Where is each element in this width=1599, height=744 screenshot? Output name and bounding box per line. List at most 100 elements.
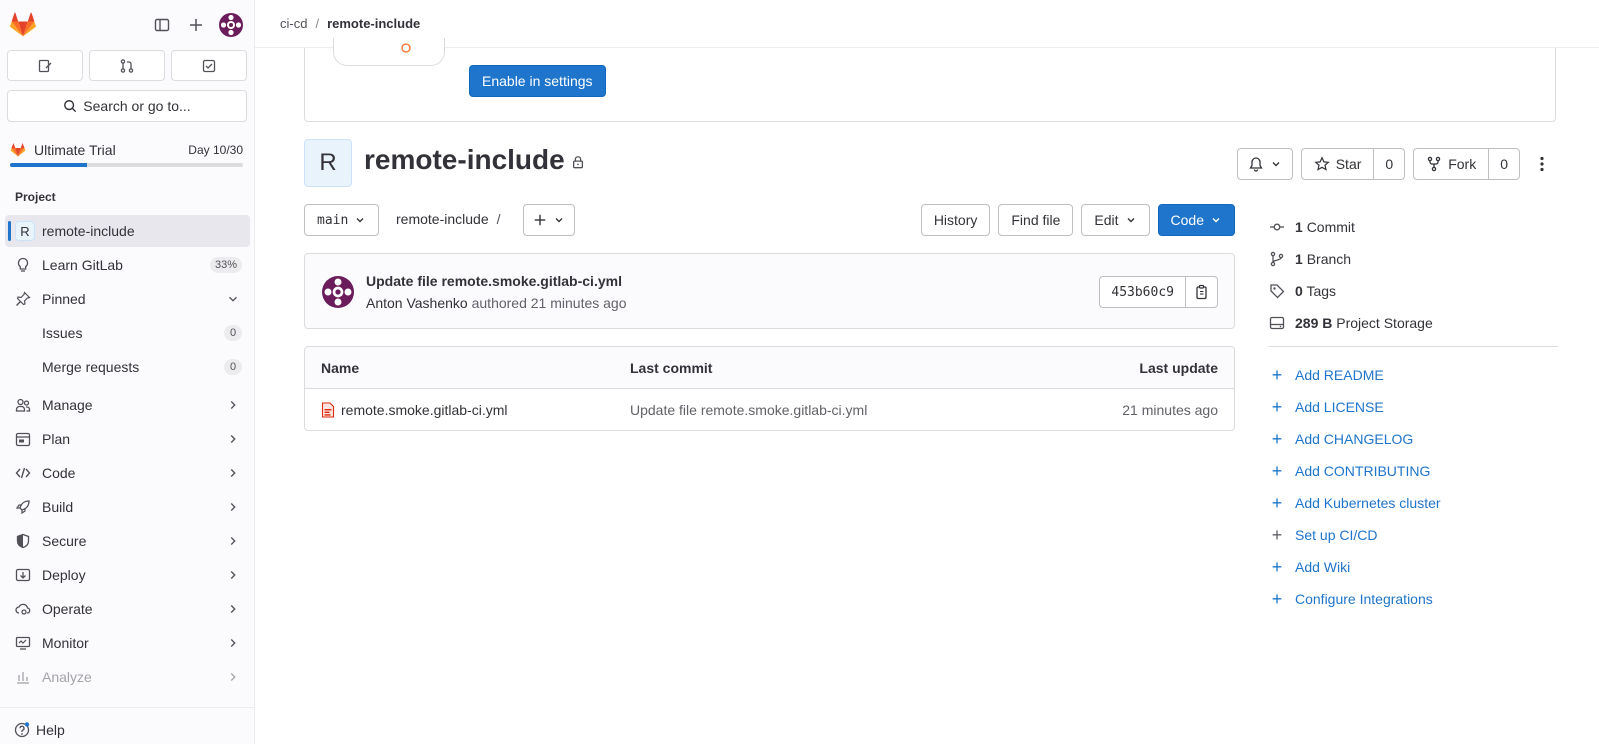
sidebar-item-label: Code [42,465,76,481]
add-changelog-link[interactable]: + Add CHANGELOG [1269,423,1558,455]
sidebar-item-operate[interactable]: Operate [5,593,250,625]
fork-button[interactable]: Fork [1413,148,1490,180]
stat-branches[interactable]: 1 Branch [1269,243,1558,275]
commit-author-avatar[interactable] [322,276,354,308]
file-name-cell[interactable]: remote.smoke.gitlab-ci.yml [321,402,508,418]
sidebar-item-issues[interactable]: Issues 0 [5,317,250,349]
breadcrumb-parent[interactable]: ci-cd [280,16,307,31]
code-icon [15,465,31,481]
sidebar-item-label: Issues [42,325,83,341]
planning-icon [15,431,31,447]
add-license-link[interactable]: + Add LICENSE [1269,391,1558,423]
banner-illustration [333,38,445,66]
breadcrumb: ci-cd / remote-include [280,16,420,31]
stat-tags[interactable]: 0 Tags [1269,275,1558,307]
history-button[interactable]: History [920,204,991,236]
table-row[interactable]: remote.smoke.gitlab-ci.yml Update file r… [305,389,1234,431]
sidebar-item-code[interactable]: Code [5,457,250,489]
sidebar-item-merge-requests[interactable]: Merge requests 0 [5,351,250,383]
file-last-commit[interactable]: Update file remote.smoke.gitlab-ci.yml [630,402,867,418]
repo-path-root[interactable]: remote-include [396,211,489,227]
commit-title[interactable]: Update file remote.smoke.gitlab-ci.yml [366,273,622,289]
chevron-down-icon [1212,218,1220,223]
sidebar-item-pinned[interactable]: Pinned [5,283,250,315]
merge-requests-count-badge: 0 [224,359,242,375]
add-readme-link[interactable]: + Add README [1269,359,1558,391]
stat-commits[interactable]: 1 Commit [1269,211,1558,243]
bell-icon [1249,157,1263,172]
star-button[interactable]: Star [1300,148,1375,180]
gitlab-logo-icon[interactable] [9,11,37,39]
branch-selector[interactable]: main [304,204,380,236]
sidebar-toggle-icon[interactable] [149,12,175,38]
help-button[interactable]: Help [14,722,65,738]
configure-integrations-link[interactable]: + Configure Integrations [1269,583,1558,615]
project-header: R remote-include Star 0 Fork 0 [304,139,1556,187]
table-header: Name Last commit Last update [305,347,1234,389]
setup-cicd-link[interactable]: + Set up CI/CD [1269,519,1558,551]
more-actions-icon[interactable] [1528,148,1556,180]
chevron-down-icon [229,296,237,302]
sidebar-item-build[interactable]: Build [5,491,250,523]
sidebar-item-label: Operate [42,601,93,617]
sidebar-section-project: Project [15,190,56,204]
code-dropdown[interactable]: Code [1157,204,1235,236]
trial-progress-fill [10,163,87,167]
add-wiki-link[interactable]: + Add Wiki [1269,551,1558,583]
stat-tags-count: 0 [1295,283,1303,299]
sidebar-item-manage[interactable]: Manage [5,389,250,421]
plus-icon: + [1271,461,1283,481]
search-label: Search or go to... [83,98,191,114]
commit-icon [1269,219,1285,235]
user-avatar[interactable] [219,13,243,37]
enable-in-settings-button[interactable]: Enable in settings [469,65,606,97]
sidebar-item-learn-gitlab[interactable]: Learn GitLab 33% [5,249,250,281]
breadcrumb-current[interactable]: remote-include [327,16,420,31]
users-icon [15,397,31,413]
create-new-icon[interactable] [183,12,209,38]
sidebar-item-deploy[interactable]: Deploy [5,559,250,591]
toolbar-actions: History Find file Edit Code [920,204,1235,236]
sidebar-item-analyze[interactable]: Analyze [5,661,250,693]
add-contributing-link[interactable]: + Add CONTRIBUTING [1269,455,1558,487]
code-label: Code [1170,212,1204,228]
sidebar-item-monitor[interactable]: Monitor [5,627,250,659]
commit-author[interactable]: Anton Vashenko [366,295,468,311]
fork-icon [1427,156,1441,172]
last-commit-panel: Update file remote.smoke.gitlab-ci.yml A… [304,253,1235,329]
trial-day: Day 10/30 [188,143,243,157]
merge-requests-button[interactable] [89,50,165,81]
fork-group: Fork 0 [1413,148,1520,180]
edit-dropdown[interactable]: Edit [1081,204,1150,236]
stat-commits-label: Commit [1306,219,1355,235]
fork-count[interactable]: 0 [1489,148,1520,180]
repo-path: remote-include / [396,211,501,227]
sidebar-item-project[interactable]: R remote-include [5,215,250,247]
rocket-icon [15,499,31,515]
sidebar-item-label: Deploy [42,567,86,583]
project-title: remote-include [364,144,565,175]
add-to-tree-button[interactable] [523,204,575,236]
project-letter-avatar: R [15,221,35,241]
todo-list-button[interactable] [171,50,247,81]
star-count[interactable]: 0 [1374,148,1406,180]
commit-sha[interactable]: 453b60c9 [1099,276,1186,308]
sidebar-item-secure[interactable]: Secure [5,525,250,557]
add-kubernetes-link[interactable]: + Add Kubernetes cluster [1269,487,1558,519]
stat-storage-label: Project Storage [1336,315,1433,331]
plus-icon [534,214,546,226]
chevron-down-icon [555,218,563,223]
top-bar: ci-cd / remote-include [255,0,1599,48]
repo-path-separator: / [496,211,501,227]
plus-icon: + [1271,493,1283,513]
issues-icon [38,59,52,72]
assigned-issues-button[interactable] [7,50,83,81]
sidebar-item-plan[interactable]: Plan [5,423,250,455]
trial-title: Ultimate Trial [34,142,116,158]
copy-sha-button[interactable] [1186,276,1218,308]
trial-widget[interactable]: Ultimate Trial Day 10/30 [10,140,243,167]
find-file-button[interactable]: Find file [998,204,1074,236]
search-button[interactable]: Search or go to... [7,90,247,122]
stat-storage[interactable]: 289 B Project Storage [1269,307,1558,339]
notifications-button[interactable] [1236,148,1293,180]
